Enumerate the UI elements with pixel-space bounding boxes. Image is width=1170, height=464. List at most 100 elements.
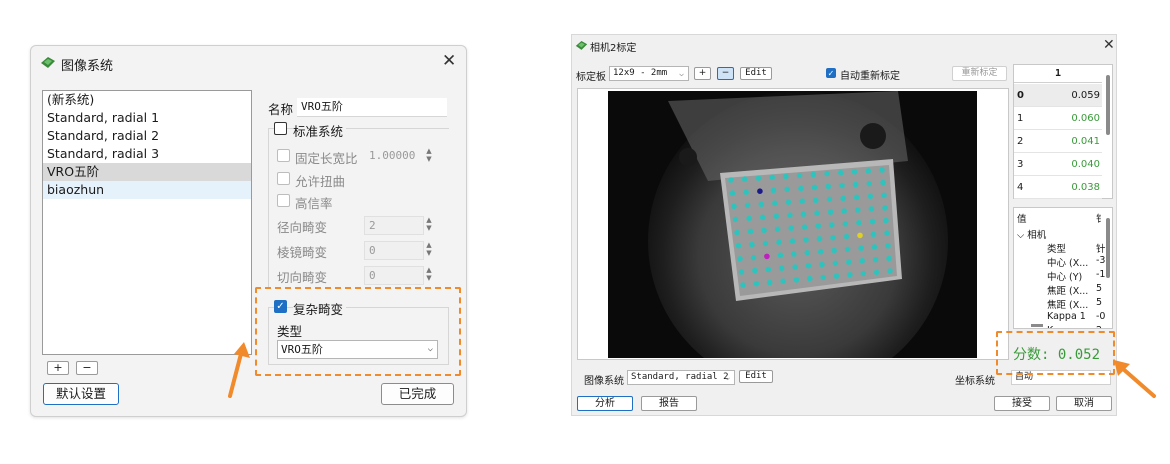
calibration-dot — [778, 265, 785, 271]
report-button[interactable]: 报告 — [641, 396, 697, 411]
tree-header-2: 钅 — [1096, 214, 1106, 225]
done-button[interactable]: 已完成 — [381, 383, 454, 405]
calibration-dot — [749, 241, 755, 248]
row-value: 0.060 — [1071, 113, 1100, 124]
allow-skew-checkbox[interactable] — [277, 172, 290, 185]
calibration-dot — [858, 245, 864, 251]
image-system-label: 图像系统 — [584, 376, 624, 387]
tree-item-label[interactable]: 焦距 (X... — [1047, 297, 1088, 311]
tree-item-value: 针 — [1096, 244, 1106, 255]
image-system-edit-button[interactable]: Edit — [739, 370, 773, 383]
remove-system-button[interactable]: − — [76, 361, 98, 375]
default-settings-button[interactable]: 默认设置 — [43, 383, 119, 405]
calibration-dot — [776, 239, 782, 245]
calibration-dot — [772, 200, 778, 206]
calibration-dot — [879, 167, 885, 173]
tangential-spinner[interactable]: ▲ ▼ — [423, 266, 435, 284]
standard-system-checkbox[interactable] — [274, 122, 287, 135]
calibration-dot — [871, 244, 878, 250]
tree-item-label[interactable]: 中心 (Y) — [1047, 269, 1082, 283]
row-value: 0.038 — [1071, 182, 1100, 193]
calibration-dot — [851, 169, 858, 175]
table-scrollbar[interactable] — [1106, 75, 1110, 135]
tree-item-label[interactable]: 焦距 (X... — [1047, 283, 1088, 297]
calibration-dot — [842, 221, 849, 227]
image-system-select[interactable]: Standard, radial 2 ⌵ — [627, 370, 735, 385]
table-row[interactable]: 3 0.040 — [1014, 153, 1102, 176]
calibration-dot — [799, 198, 805, 204]
tree-item-label[interactable]: K... — [1047, 325, 1062, 328]
analyze-button[interactable]: 分析 — [577, 396, 633, 411]
system-list-item[interactable]: Standard, radial 1 — [43, 109, 251, 127]
auto-recalib-checkbox[interactable]: ✓ — [826, 68, 836, 78]
board-add-button[interactable]: + — [694, 67, 711, 80]
accept-button[interactable]: 接受 — [994, 396, 1050, 411]
telecentric-checkbox[interactable] — [277, 194, 290, 207]
board-remove-button[interactable]: − — [717, 67, 734, 80]
board-edit-button[interactable]: Edit — [740, 67, 772, 80]
calibration-dot — [847, 272, 853, 278]
calibration-dot — [744, 202, 751, 209]
close-icon[interactable]: ✕ — [1103, 37, 1115, 53]
system-list-item[interactable]: (新系统) — [43, 91, 251, 109]
radial-spinner[interactable]: ▲ ▼ — [423, 216, 435, 234]
calibration-dot — [803, 237, 809, 243]
prism-input[interactable]: 0 — [364, 241, 424, 260]
table-row[interactable]: 1 0.060 — [1014, 107, 1102, 130]
calibration-dot — [872, 256, 879, 263]
close-icon[interactable]: ✕ — [442, 51, 456, 71]
table-row[interactable]: 0 0.059 — [1014, 84, 1102, 107]
table-row[interactable]: 2 0.041 — [1014, 130, 1102, 153]
tree-item-label[interactable]: 中心 (X... — [1047, 255, 1088, 269]
system-list-item[interactable]: Standard, radial 3 — [43, 145, 251, 163]
calibration-dot — [732, 216, 739, 223]
calibration-dot — [838, 169, 844, 176]
prism-spinner[interactable]: ▲ ▼ — [423, 241, 435, 259]
tree-item-label[interactable]: 类型 — [1047, 241, 1066, 255]
recalibrate-button[interactable]: 重新标定 — [952, 66, 1007, 81]
cancel-button[interactable]: 取消 — [1056, 396, 1112, 411]
error-table[interactable]: 1 0 0.059 1 0.060 2 0.041 3 0.040 4 0.038 — [1013, 64, 1113, 199]
system-list-item[interactable]: biaozhun — [43, 181, 251, 199]
calibration-dot — [801, 224, 808, 230]
tree-item-label[interactable]: Kappa 1 — [1047, 311, 1086, 322]
tree-root[interactable]: ⌵ 相机 — [1017, 227, 1046, 241]
radial-input[interactable]: 2 — [364, 216, 424, 235]
table-row[interactable]: 4 0.038 — [1014, 176, 1102, 199]
calibration-dot — [769, 174, 775, 181]
system-list[interactable]: (新系统) Standard, radial 1 Standard, radial … — [42, 90, 252, 355]
calibration-dot — [831, 247, 837, 254]
calibration-dot — [805, 262, 812, 269]
calibration-dot — [800, 211, 807, 217]
tree-scrollbar[interactable] — [1106, 218, 1110, 278]
calibration-dot — [880, 179, 886, 186]
calibration-dot — [783, 173, 789, 180]
calibration-dot — [766, 279, 773, 286]
system-list-item[interactable]: VRO五阶 — [43, 163, 251, 181]
tangential-input[interactable]: 0 — [364, 266, 424, 285]
calibration-dot — [792, 264, 798, 270]
board-select[interactable]: 12x9 - 2mm ⌵ — [609, 66, 689, 81]
calibration-image[interactable] — [608, 91, 977, 358]
arrow-icon — [228, 342, 250, 398]
tree-item-value: -3 — [1096, 255, 1106, 266]
calibration-dot — [785, 199, 792, 205]
calibration-dot — [883, 217, 889, 224]
fixed-aspect-spinner[interactable]: ▲ ▼ — [423, 147, 435, 165]
add-system-button[interactable]: + — [47, 361, 69, 375]
tree-hscroll[interactable] — [1031, 324, 1043, 327]
name-input[interactable]: VRO五阶 — [297, 98, 447, 117]
fixed-aspect-input[interactable]: 1.00000 — [365, 147, 423, 166]
calibration-dot — [844, 246, 851, 253]
app-icon — [575, 40, 588, 50]
system-list-item[interactable]: Standard, radial 2 — [43, 127, 251, 145]
property-tree[interactable]: 值 钅 ⌵ 相机 类型 针中心 (X... -3 中心 (Y) -1 焦距 (X... 5 焦… — [1013, 207, 1113, 329]
calibration-dot — [784, 186, 790, 193]
row-index: 3 — [1017, 159, 1024, 170]
dialog-title: 图像系统 — [61, 59, 114, 74]
highlight-box-complex — [255, 287, 461, 376]
calibration-dot — [868, 206, 875, 212]
fixed-aspect-checkbox[interactable] — [277, 149, 290, 162]
prism-label: 棱镜畸变 — [277, 245, 328, 260]
calibration-dot — [852, 181, 859, 188]
